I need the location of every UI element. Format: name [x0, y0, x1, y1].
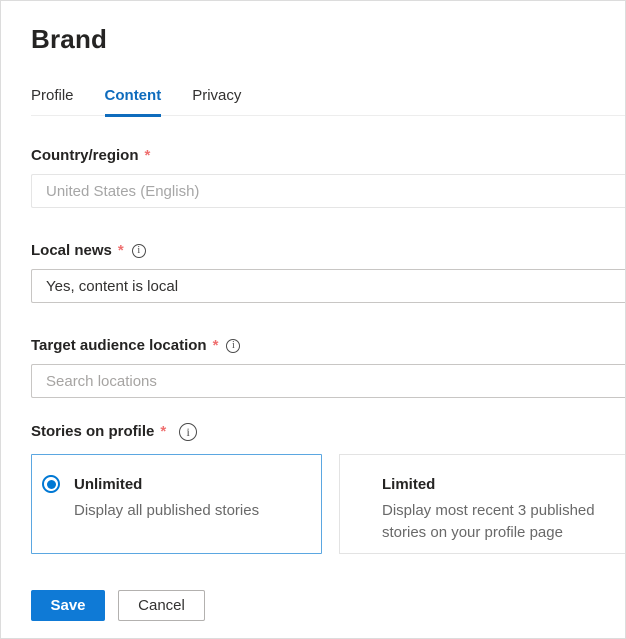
save-button[interactable]: Save: [31, 590, 105, 621]
option-description: Display all published stories: [74, 500, 259, 522]
stories-option-cards: Unlimited Display all published stories …: [31, 454, 625, 554]
tab-bar: Profile Content Privacy: [31, 86, 625, 116]
required-asterisk: *: [160, 425, 166, 439]
info-icon[interactable]: [226, 339, 240, 353]
radio-unselected-slot[interactable]: [350, 475, 368, 493]
required-asterisk: *: [145, 149, 151, 163]
info-icon[interactable]: [132, 244, 146, 258]
info-icon[interactable]: [179, 423, 197, 441]
local-news-input[interactable]: [31, 269, 625, 303]
option-title: Limited: [382, 475, 620, 494]
required-asterisk: *: [213, 339, 219, 353]
field-target-audience-location: Target audience location *: [31, 337, 625, 398]
country-region-input: [31, 174, 625, 208]
tab-privacy[interactable]: Privacy: [192, 86, 241, 115]
stories-on-profile-label: Stories on profile: [31, 423, 154, 441]
radio-selected-icon[interactable]: [42, 475, 60, 493]
option-description: Display most recent 3 published stories …: [382, 500, 620, 544]
target-audience-search-input[interactable]: [31, 364, 625, 398]
option-title: Unlimited: [74, 475, 259, 494]
required-asterisk: *: [118, 244, 124, 258]
field-local-news: Local news *: [31, 242, 625, 303]
form-actions: Save Cancel: [31, 590, 625, 621]
page-title: Brand: [31, 25, 625, 53]
field-country-region: Country/region *: [31, 147, 625, 208]
option-card-unlimited[interactable]: Unlimited Display all published stories: [31, 454, 322, 554]
target-audience-label: Target audience location: [31, 337, 207, 355]
tab-content[interactable]: Content: [105, 86, 162, 117]
brand-settings-page: Brand Profile Content Privacy Country/re…: [0, 0, 626, 639]
option-card-limited[interactable]: Limited Display most recent 3 published …: [339, 454, 625, 554]
country-region-label: Country/region: [31, 147, 139, 165]
tab-profile[interactable]: Profile: [31, 86, 74, 115]
local-news-label: Local news: [31, 242, 112, 260]
field-stories-on-profile: Stories on profile * Unlimited Display a…: [31, 423, 625, 554]
cancel-button[interactable]: Cancel: [118, 590, 205, 621]
